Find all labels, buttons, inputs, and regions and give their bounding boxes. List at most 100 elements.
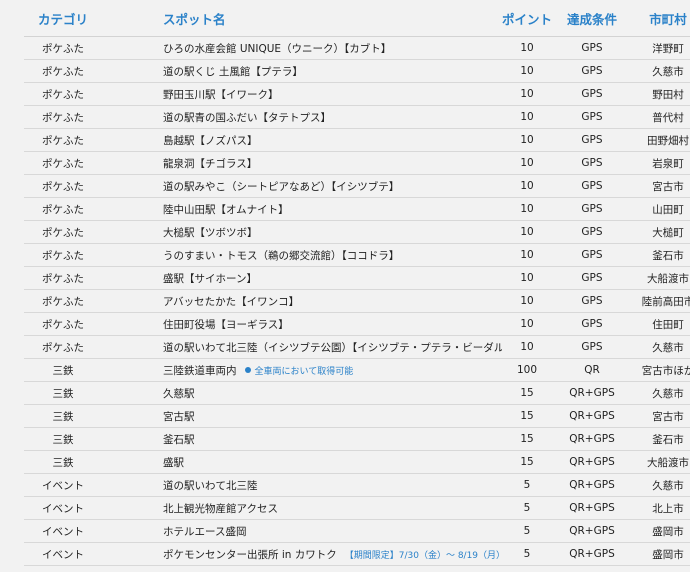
category-cell: 三鉄 xyxy=(24,358,102,382)
condition-cell-text: GPS xyxy=(581,249,603,261)
category-cell: 三鉄 xyxy=(24,404,102,428)
condition-cell-text: GPS xyxy=(581,42,603,54)
table-row: ポケふた 道の駅みやこ（シートピアなあど）【イシツブテ】 10 GPS 宮古市 xyxy=(24,174,690,198)
table-row: ポケふた 盛駅【サイホーン】 10 GPS 大船渡市 xyxy=(24,266,690,290)
city-cell: 大船渡市 xyxy=(632,266,690,290)
category-cell-text: ポケふた xyxy=(42,226,84,239)
condition-cell: GPS xyxy=(552,220,632,244)
condition-cell-text: QR xyxy=(584,364,600,376)
spot-name-cell-text: 大槌駅【ツボツボ】 xyxy=(163,226,258,239)
category-cell: 三鉄 xyxy=(24,450,102,474)
condition-cell-text: QR+GPS xyxy=(569,433,615,445)
condition-cell-text: QR+GPS xyxy=(569,525,615,537)
points-cell-text: 100 xyxy=(516,364,538,376)
condition-cell: QR+GPS xyxy=(552,427,632,451)
points-cell: 5 xyxy=(502,496,552,520)
city-cell: 久慈市 xyxy=(632,59,690,83)
spot-name-cell: 野田玉川駅【イワーク】 xyxy=(102,82,502,106)
points-cell-text: 10 xyxy=(520,134,534,146)
table-row: 三鉄 釜石駅 15 QR+GPS 釜石市 xyxy=(24,427,690,451)
spot-name-cell-text: ポケモンセンター出張所 in カワトク xyxy=(163,548,337,561)
condition-cell: GPS xyxy=(552,335,632,359)
city-cell: 陸前高田市 xyxy=(632,289,690,313)
condition-cell: QR+GPS xyxy=(552,496,632,520)
city-cell: 宮古市ほか xyxy=(632,358,690,382)
condition-cell: GPS xyxy=(552,59,632,83)
table-header-row: カテゴリ スポット名 ポイント 達成条件 市町村 xyxy=(24,0,690,37)
table-row: ポケふた 大槌駅【ツボツボ】 10 GPS 大槌町 xyxy=(24,220,690,244)
points-cell: 10 xyxy=(502,151,552,175)
category-cell: ポケふた xyxy=(24,312,102,336)
city-cell: 普代村 xyxy=(632,105,690,129)
spot-name-cell-text: 島越駅【ノズパス】 xyxy=(163,134,258,147)
category-cell-text: イベント xyxy=(42,502,84,515)
points-cell-text: 10 xyxy=(520,341,534,353)
category-cell-text: ポケふた xyxy=(42,318,84,331)
spot-name-cell-text: アバッセたかた【イワンコ】 xyxy=(163,295,300,308)
table-row: 三鉄 久慈駅 15 QR+GPS 久慈市 xyxy=(24,381,690,405)
points-cell-text: 10 xyxy=(520,226,534,238)
city-cell: 野田村 xyxy=(632,82,690,106)
city-cell: 久慈市 xyxy=(632,381,690,405)
category-cell-text: イベント xyxy=(42,525,84,538)
condition-cell: GPS xyxy=(552,197,632,221)
spot-name-cell: 盛駅【サイホーン】 xyxy=(102,266,502,290)
category-cell: イベント xyxy=(24,519,102,543)
city-cell: 洋野町 xyxy=(632,36,690,60)
condition-cell-text: GPS xyxy=(581,341,603,353)
spot-name-cell-text: 道の駅みやこ（シートピアなあど）【イシツブテ】 xyxy=(163,180,400,193)
category-cell: 三鉄 xyxy=(24,381,102,405)
condition-cell: QR+GPS xyxy=(552,450,632,474)
category-cell-text: 三鉄 xyxy=(52,387,74,400)
city-cell-text: 久慈市 xyxy=(652,341,684,354)
header-points: ポイント xyxy=(502,0,552,37)
condition-cell-text: GPS xyxy=(581,272,603,284)
spot-name-cell-text: 久慈駅 xyxy=(163,387,195,400)
condition-cell-text: QR+GPS xyxy=(569,387,615,399)
city-cell: 大船渡市 xyxy=(632,450,690,474)
condition-cell-text: QR+GPS xyxy=(569,548,615,560)
city-cell: 久慈市 xyxy=(632,473,690,497)
spot-name-cell: 道の駅みやこ（シートピアなあど）【イシツブテ】 xyxy=(102,174,502,198)
table-row: ポケふた 陸中山田駅【オムナイト】 10 GPS 山田町 xyxy=(24,197,690,221)
condition-cell: QR+GPS xyxy=(552,519,632,543)
condition-cell: GPS xyxy=(552,266,632,290)
points-cell-text: 5 xyxy=(523,479,531,491)
city-cell-text: 陸前高田市 xyxy=(641,295,690,308)
condition-cell: QR+GPS xyxy=(552,404,632,428)
condition-cell: GPS xyxy=(552,105,632,129)
spot-name-cell-text: ホテルエース盛岡 xyxy=(163,525,247,538)
points-cell: 15 xyxy=(502,404,552,428)
category-cell: ポケふた xyxy=(24,243,102,267)
spot-name-cell: アバッセたかた【イワンコ】 xyxy=(102,289,502,313)
city-cell: 岩泉町 xyxy=(632,151,690,175)
table-row: イベント ホテルエース盛岡 5 QR+GPS 盛岡市 xyxy=(24,519,690,543)
category-cell-text: ポケふた xyxy=(42,65,84,78)
points-cell: 15 xyxy=(502,381,552,405)
spot-name-cell: 三陸鉄道車両内 全車両において取得可能 xyxy=(102,358,502,382)
category-cell-text: 三鉄 xyxy=(52,410,74,423)
spot-name-cell: うのすまい・トモス（鵜の郷交流館）【ココドラ】 xyxy=(102,243,502,267)
condition-cell: GPS xyxy=(552,174,632,198)
category-cell: イベント xyxy=(24,542,102,566)
category-cell: ポケふた xyxy=(24,59,102,83)
category-cell: ポケふた xyxy=(24,266,102,290)
city-cell: 釜石市 xyxy=(632,427,690,451)
spot-name-cell: 久慈駅 xyxy=(102,381,502,405)
condition-cell: GPS xyxy=(552,243,632,267)
points-cell: 15 xyxy=(502,427,552,451)
city-cell-text: 野田村 xyxy=(652,88,684,101)
condition-cell-text: GPS xyxy=(581,134,603,146)
category-cell: ポケふた xyxy=(24,289,102,313)
spot-name-cell-text: 龍泉洞【チゴラス】 xyxy=(163,157,258,170)
bullet-dot-icon xyxy=(244,366,251,373)
table-row: ポケふた 道の駅くじ 土風館【プテラ】 10 GPS 久慈市 xyxy=(24,59,690,83)
spot-name-cell: 陸中山田駅【オムナイト】 xyxy=(102,197,502,221)
category-cell: イベント xyxy=(24,473,102,497)
category-cell: ポケふた xyxy=(24,174,102,198)
condition-cell: GPS xyxy=(552,289,632,313)
spot-name-cell-text: 盛駅 xyxy=(163,456,184,469)
city-cell: 北上市 xyxy=(632,496,690,520)
city-cell-text: 宮古市 xyxy=(652,410,684,423)
points-cell-text: 5 xyxy=(523,525,531,537)
